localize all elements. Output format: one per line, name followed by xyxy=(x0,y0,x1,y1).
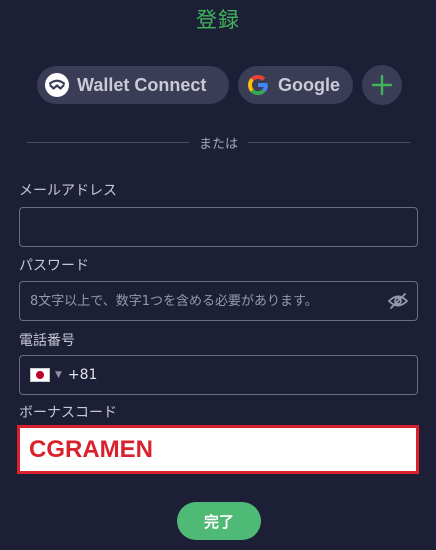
email-label: メールアドレス xyxy=(19,183,117,199)
walletconnect-icon xyxy=(45,73,69,97)
japan-flag-icon[interactable] xyxy=(30,368,50,382)
google-button[interactable]: Google xyxy=(238,66,353,104)
bonus-code-label: ボーナスコード xyxy=(19,405,117,421)
page-title: 登録 xyxy=(196,8,240,32)
or-divider: または xyxy=(27,133,410,152)
bonus-code-field[interactable]: CGRAMEN xyxy=(17,425,419,474)
eye-slash-icon[interactable] xyxy=(387,291,409,311)
bonus-code-value: CGRAMEN xyxy=(29,436,153,463)
password-field[interactable] xyxy=(20,282,417,320)
phone-label: 電話番号 xyxy=(19,333,75,349)
walletconnect-button[interactable]: Wallet Connect xyxy=(37,66,229,104)
phone-field-box: ▼ +81 xyxy=(19,355,418,395)
plus-icon xyxy=(371,74,393,96)
more-login-options-button[interactable] xyxy=(362,65,402,105)
google-label: Google xyxy=(278,74,340,95)
google-icon xyxy=(246,73,270,97)
walletconnect-label: Wallet Connect xyxy=(77,74,207,95)
email-field-box xyxy=(19,207,418,247)
dial-code: +81 xyxy=(67,367,98,383)
password-field-box xyxy=(19,281,418,321)
social-login-row: Wallet Connect Google xyxy=(37,65,402,105)
phone-number-input[interactable] xyxy=(97,356,417,394)
password-label: パスワード xyxy=(19,258,89,274)
submit-button[interactable]: 完了 xyxy=(177,502,261,540)
email-field[interactable] xyxy=(20,208,417,246)
chevron-down-icon[interactable]: ▼ xyxy=(55,370,62,380)
